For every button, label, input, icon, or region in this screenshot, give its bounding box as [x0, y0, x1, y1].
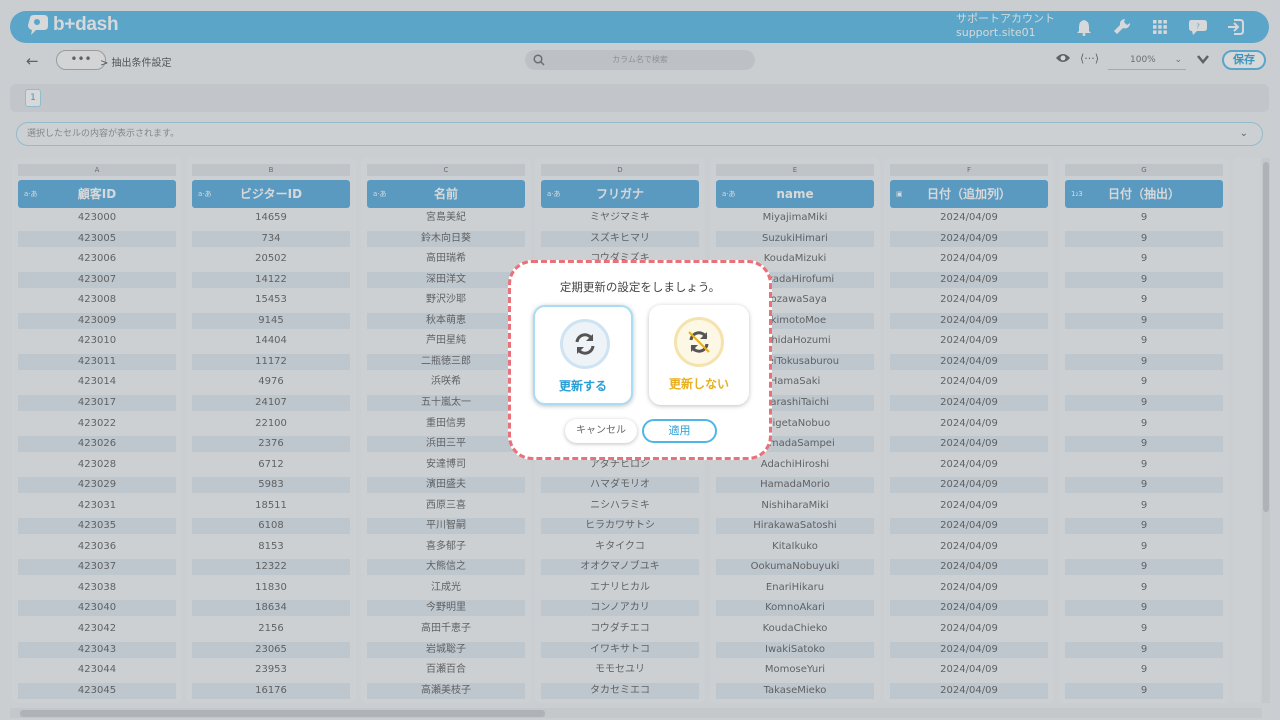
- dialog-question: 定期更新の設定をしましょう。: [559, 280, 721, 294]
- refresh-icon: [560, 319, 610, 369]
- option-no-update-label: 更新しない: [668, 377, 729, 391]
- refresh-settings-dialog: 定期更新の設定をしましょう。 更新する 更新しない キャンセル 適用: [508, 260, 772, 460]
- option-update[interactable]: 更新する: [533, 305, 633, 405]
- no-refresh-icon: [674, 317, 724, 367]
- apply-button[interactable]: 適用: [642, 419, 717, 443]
- option-no-update[interactable]: 更新しない: [649, 305, 749, 405]
- option-update-label: 更新する: [558, 379, 607, 393]
- cancel-button[interactable]: キャンセル: [565, 419, 637, 443]
